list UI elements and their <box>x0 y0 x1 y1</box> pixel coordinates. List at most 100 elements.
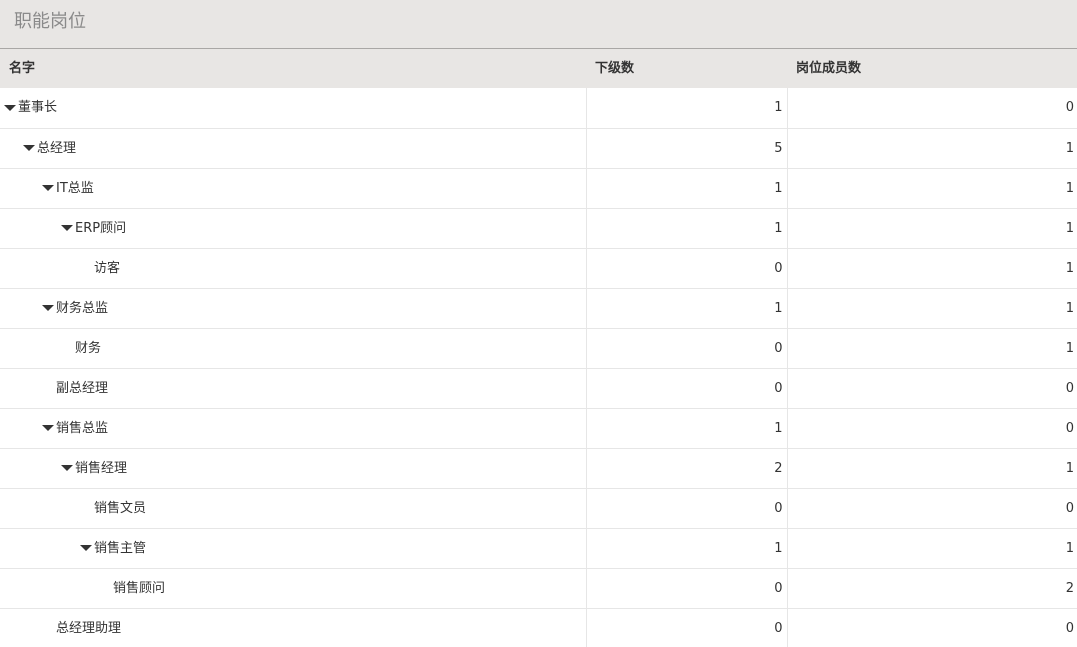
page-header: 职能岗位 <box>0 0 1077 49</box>
table-row[interactable]: IT总监 1 1 <box>0 168 1077 209</box>
cell-subordinates: 1 <box>585 88 787 129</box>
table-row[interactable]: 总经理助理 0 0 <box>0 608 1077 647</box>
cell-name: 董事长 <box>0 88 586 129</box>
cell-subordinates: 5 <box>585 128 787 169</box>
cell-subordinates: 0 <box>585 368 787 409</box>
cell-members: 0 <box>786 488 1077 529</box>
cell-subordinates: 1 <box>585 168 787 209</box>
cell-name: 财务 <box>0 328 586 369</box>
tree-node: 销售顾问 <box>0 569 586 608</box>
cell-subordinates: 1 <box>585 208 787 249</box>
tree-node-label: IT总监 <box>56 180 94 196</box>
table-row[interactable]: 总经理 5 1 <box>0 128 1077 169</box>
cell-members: 0 <box>786 408 1077 449</box>
tree-node: 总经理 <box>0 129 586 168</box>
table-row[interactable]: 销售总监 1 0 <box>0 408 1077 449</box>
tree-node: 财务 <box>0 329 586 368</box>
cell-name: 销售总监 <box>0 408 586 449</box>
tree-node: 销售总监 <box>0 409 586 448</box>
table-row[interactable]: 销售主管 1 1 <box>0 528 1077 569</box>
cell-subordinates: 2 <box>585 448 787 489</box>
table-row[interactable]: 销售文员 0 0 <box>0 488 1077 529</box>
cell-members: 0 <box>786 608 1077 647</box>
tree-node: 访客 <box>0 249 586 288</box>
tree-node-label: 访客 <box>94 260 121 276</box>
cell-name: 总经理助理 <box>0 608 586 647</box>
cell-subordinates: 1 <box>585 288 787 329</box>
table-row[interactable]: ERP顾问 1 1 <box>0 208 1077 249</box>
tree-node-label: 财务 <box>75 340 102 356</box>
tree-node: 销售主管 <box>0 529 586 568</box>
cell-members: 1 <box>786 288 1077 329</box>
tree-node-label: 销售总监 <box>56 420 109 436</box>
tree-node: 总经理助理 <box>0 609 586 647</box>
tree-node-label: 销售文员 <box>94 500 147 516</box>
cell-name: 财务总监 <box>0 288 586 329</box>
cell-members: 1 <box>786 128 1077 169</box>
table-row[interactable]: 访客 0 1 <box>0 248 1077 289</box>
cell-name: 销售主管 <box>0 528 586 569</box>
cell-name: 销售经理 <box>0 448 586 489</box>
collapse-triangle-icon[interactable] <box>42 305 54 311</box>
cell-subordinates: 1 <box>585 408 787 449</box>
cell-members: 1 <box>786 528 1077 569</box>
tree-node-label: 销售主管 <box>94 540 147 556</box>
collapse-triangle-icon[interactable] <box>23 145 35 151</box>
cell-name: 销售文员 <box>0 488 586 529</box>
cell-subordinates: 0 <box>585 248 787 289</box>
cell-members: 1 <box>786 168 1077 209</box>
tree-node: 财务总监 <box>0 289 586 328</box>
tree-node-label: 财务总监 <box>56 300 109 316</box>
tree-node: 销售文员 <box>0 489 586 528</box>
table-body: 董事长 1 0 总经理 5 1 IT总监 1 1 ERP顾问 1 1 访客 0 1 财务总监 1 1 财务 0 1 副总经… <box>0 88 1077 647</box>
tree-node: 销售经理 <box>0 449 586 488</box>
tree-node: 董事长 <box>0 88 586 127</box>
cell-members: 1 <box>786 328 1077 369</box>
cell-name: IT总监 <box>0 168 586 209</box>
tree-node-label: 销售经理 <box>75 460 128 476</box>
tree-node-label: 总经理 <box>37 140 77 156</box>
collapse-triangle-icon[interactable] <box>42 425 54 431</box>
cell-subordinates: 0 <box>585 328 787 369</box>
table-row[interactable]: 销售经理 2 1 <box>0 448 1077 489</box>
tree-node: ERP顾问 <box>0 209 586 248</box>
collapse-triangle-icon[interactable] <box>80 545 92 551</box>
collapse-triangle-icon[interactable] <box>61 225 73 231</box>
cell-name: 总经理 <box>0 128 586 169</box>
column-header-members[interactable]: 岗位成员数 <box>787 49 1077 88</box>
collapse-triangle-icon[interactable] <box>4 104 16 111</box>
tree-node-label: 董事长 <box>18 100 58 116</box>
cell-name: 访客 <box>0 248 586 289</box>
tree-node-label: 总经理助理 <box>56 620 122 636</box>
cell-members: 1 <box>786 208 1077 249</box>
position-tree-table: 名字 下级数 岗位成员数 董事长 1 0 总经理 5 1 IT总监 1 1 ERP顾问 1 1 访客 0 1… <box>0 49 1077 647</box>
column-header-name[interactable]: 名字 <box>0 49 586 88</box>
column-header-subordinates[interactable]: 下级数 <box>586 49 787 88</box>
cell-subordinates: 0 <box>585 568 787 609</box>
cell-name: 副总经理 <box>0 368 586 409</box>
collapse-triangle-icon[interactable] <box>42 185 54 191</box>
table-row[interactable]: 董事长 1 0 <box>0 88 1077 129</box>
page-title: 职能岗位 <box>14 11 86 32</box>
cell-name: 销售顾问 <box>0 568 586 609</box>
table-row[interactable]: 销售顾问 0 2 <box>0 568 1077 609</box>
table-row[interactable]: 财务 0 1 <box>0 328 1077 369</box>
cell-members: 0 <box>786 368 1077 409</box>
collapse-triangle-icon[interactable] <box>61 465 73 471</box>
cell-members: 0 <box>786 88 1077 129</box>
tree-node: 副总经理 <box>0 369 586 408</box>
cell-members: 2 <box>786 568 1077 609</box>
tree-node-label: ERP顾问 <box>75 220 127 236</box>
table-row[interactable]: 副总经理 0 0 <box>0 368 1077 409</box>
cell-name: ERP顾问 <box>0 208 586 249</box>
cell-members: 1 <box>786 248 1077 289</box>
tree-node-label: 副总经理 <box>56 380 109 396</box>
tree-node-label: 销售顾问 <box>113 580 166 596</box>
cell-subordinates: 0 <box>585 608 787 647</box>
table-header-row: 名字 下级数 岗位成员数 <box>0 49 1077 88</box>
table-row[interactable]: 财务总监 1 1 <box>0 288 1077 329</box>
cell-subordinates: 1 <box>585 528 787 569</box>
cell-subordinates: 0 <box>585 488 787 529</box>
tree-node: IT总监 <box>0 169 586 208</box>
cell-members: 1 <box>786 448 1077 489</box>
